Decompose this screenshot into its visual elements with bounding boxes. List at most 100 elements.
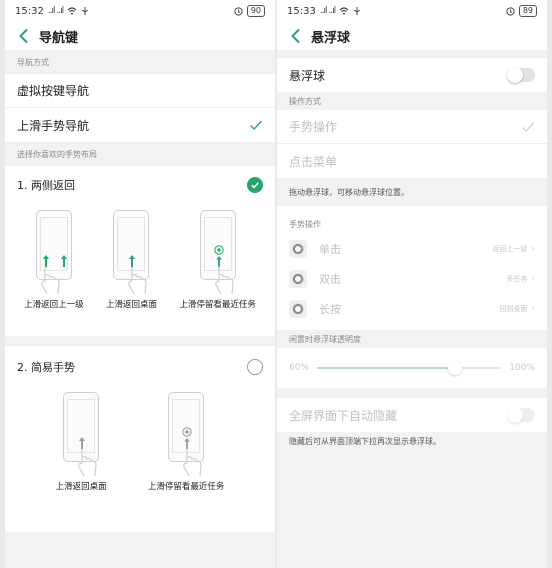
operation-option-label: 点击菜单 — [289, 154, 338, 169]
back-arrow-icon — [291, 29, 299, 43]
gesture-label: 双击 — [319, 273, 341, 286]
opacity-slider[interactable] — [317, 361, 502, 375]
gesture-label: 长按 — [319, 303, 341, 316]
operation-option-label: 手势操作 — [289, 120, 338, 134]
layout-illustrations: 上滑返回桌面 上滑停留看最近任务 — [5, 392, 275, 492]
auto-hide-toggle-row[interactable]: 全屏界面下自动隐藏 — [277, 398, 547, 432]
phone-illustration — [35, 210, 72, 295]
hand-icon — [78, 449, 97, 477]
floating-ball-toggle[interactable] — [507, 67, 535, 83]
phone-illustration — [63, 392, 100, 477]
section-header-operation: 操作方式 — [277, 92, 547, 110]
layout-caption: 上滑返回上一级 — [24, 300, 84, 310]
floating-ball-screen: 15:33 ..ıl ..ıl 89 悬浮球 悬浮球 操作方式 手势操作 点击菜… — [277, 0, 547, 568]
gesture-row-double-tap[interactable]: 双击 多任务 › — [277, 264, 547, 294]
status-time: 15:33 — [287, 5, 316, 17]
chevron-right-icon: › — [531, 304, 535, 314]
wifi-icon — [67, 7, 77, 15]
back-button[interactable] — [287, 28, 303, 44]
bottom-strip — [5, 532, 275, 568]
opacity-slider-row: 60% 100% — [277, 348, 547, 388]
floating-ball-toggle-row[interactable]: 悬浮球 — [277, 58, 547, 92]
page-title: 导航键 — [39, 30, 79, 46]
up-arrow-icon — [184, 438, 190, 449]
up-arrow-icon — [79, 437, 86, 449]
pause-circle-icon — [182, 427, 192, 437]
gesture-value: 多任务 — [506, 275, 528, 283]
opacity-slider-thumb[interactable] — [448, 361, 463, 375]
alarm-icon — [234, 6, 243, 16]
battery-indicator: 89 — [518, 5, 537, 17]
gesture-label: 单击 — [319, 243, 341, 256]
chevron-right-icon: › — [531, 244, 535, 254]
illustration-home: 上滑返回桌面 — [56, 392, 107, 492]
up-arrow-icon — [60, 255, 67, 267]
floating-ball-icon — [289, 240, 307, 258]
gesture-value: 返回上一级 — [492, 245, 528, 253]
drag-hint: 拖动悬浮球，可移动悬浮球位置。 — [277, 178, 547, 206]
layout-caption: 上滑返回桌面 — [55, 482, 107, 492]
hand-icon — [214, 267, 234, 295]
status-time: 15:32 — [15, 5, 44, 17]
checkmark-icon — [522, 122, 534, 132]
phone-illustration — [168, 392, 205, 477]
opacity-max-label: 100% — [509, 363, 535, 373]
phone-illustration — [113, 210, 150, 295]
navigation-keys-screen: 15:32 ..ıl ..ıl 90 导航键 导航方式 虚拟按键导航 上滑手势导… — [5, 0, 275, 568]
illustration-home: 上滑返回桌面 — [106, 210, 157, 310]
screenshot-stage: 15:32 ..ıl ..ıl 90 导航键 导航方式 虚拟按键导航 上滑手势导… — [0, 0, 552, 568]
signal-icon: ..ıl ..ıl — [47, 6, 64, 16]
hand-icon — [183, 449, 202, 477]
hand-icon — [41, 267, 60, 295]
operation-option-gesture[interactable]: 手势操作 — [277, 110, 547, 144]
title-bar: 悬浮球 — [277, 22, 547, 50]
auto-hide-toggle[interactable] — [507, 407, 535, 423]
nav-option-swipe-gestures[interactable]: 上滑手势导航 — [5, 108, 275, 142]
illustration-recents: 上滑停留看最近任务 — [179, 210, 256, 310]
gesture-row-long-press[interactable]: 长按 回到桌面 › — [277, 294, 547, 324]
page-title: 悬浮球 — [311, 30, 351, 46]
auto-hide-label: 全屏界面下自动隐藏 — [289, 408, 398, 423]
back-arrow-icon — [19, 29, 27, 43]
section-divider — [5, 336, 275, 346]
phone-illustration — [199, 210, 236, 295]
wifi-icon — [339, 7, 349, 15]
green-check-icon[interactable] — [247, 177, 263, 193]
section-header-layout: 选择你喜欢的手势布局 — [5, 142, 275, 166]
floating-ball-icon — [289, 270, 307, 288]
status-bar: 15:33 ..ıl ..ıl 89 — [277, 0, 547, 22]
hand-icon — [128, 267, 148, 295]
nav-option-label: 虚拟按键导航 — [17, 84, 90, 98]
illustration-recents: 上滑停留看最近任务 — [147, 392, 225, 492]
hide-hint: 隐藏后可从界面顶端下拉再次显示悬浮球。 — [277, 432, 547, 454]
illustration-back: 上滑返回上一级 — [24, 210, 84, 310]
section-header-gesture: 手势操作 — [277, 214, 547, 234]
layout-option-title: 1. 两侧返回 — [17, 179, 75, 192]
chevron-right-icon: › — [531, 274, 535, 284]
radio-empty-icon[interactable] — [247, 359, 263, 375]
layout-caption: 上滑停留看最近任务 — [147, 482, 225, 492]
title-bar: 导航键 — [5, 22, 275, 50]
signal-icon: ..ıl ..ıl — [319, 6, 336, 16]
gesture-row-single-tap[interactable]: 单击 返回上一级 › — [277, 234, 547, 264]
usb-icon — [353, 7, 361, 15]
section-header-opacity: 闲置时悬浮球透明度 — [277, 330, 547, 348]
up-arrow-icon — [42, 255, 49, 267]
section-header-nav-mode: 导航方式 — [5, 50, 275, 74]
pause-circle-icon — [213, 245, 224, 255]
floating-ball-label: 悬浮球 — [289, 68, 326, 83]
usb-icon — [81, 7, 89, 15]
opacity-min-label: 60% — [289, 363, 310, 373]
layout-option-two-sided-back[interactable]: 1. 两侧返回 上滑返回上一级 上滑返回桌面 上滑停留看最近任务 — [5, 166, 275, 336]
back-button[interactable] — [15, 28, 31, 44]
layout-option-simple-gestures[interactable]: 2. 简易手势 上滑返回桌面 上滑停留看最近任务 — [5, 346, 275, 532]
up-arrow-icon — [215, 256, 222, 267]
checkmark-icon — [250, 120, 262, 130]
battery-indicator: 90 — [246, 5, 265, 17]
operation-option-menu[interactable]: 点击菜单 — [277, 144, 547, 178]
alarm-icon — [506, 6, 515, 16]
nav-option-virtual-keys[interactable]: 虚拟按键导航 — [5, 74, 275, 108]
nav-option-label: 上滑手势导航 — [17, 118, 90, 133]
status-bar: 15:32 ..ıl ..ıl 90 — [5, 0, 275, 22]
up-arrow-icon — [129, 255, 136, 267]
